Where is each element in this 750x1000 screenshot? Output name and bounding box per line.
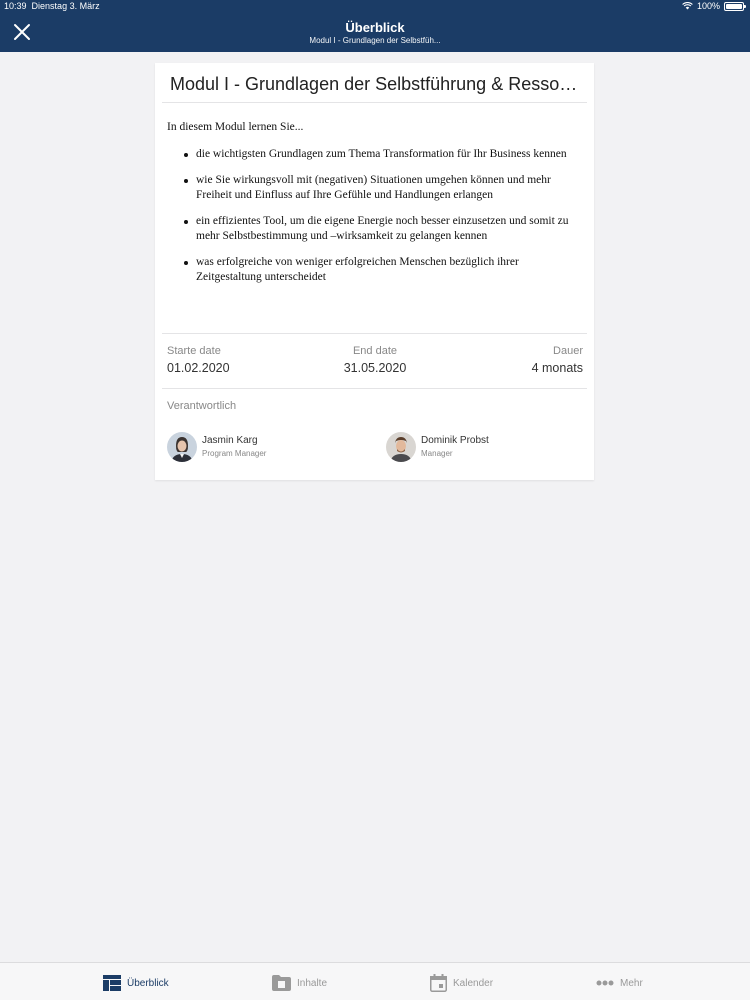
tab-label: Überblick [127,977,169,989]
page-subtitle: Modul I - Grundlagen der Selbstfüh... [309,36,441,45]
status-right: 100% [682,1,746,11]
battery-percent: 100% [696,1,720,11]
header-titles: Überblick Modul I - Grundlagen der Selbs… [200,20,550,46]
tab-bar: Überblick Inhalte Kalender Mehr [0,962,750,1000]
person-name: Dominik Probst [421,435,489,446]
end-date-value: 31.05.2020 [343,361,407,375]
description-intro: In diesem Modul lernen Sie... [167,121,304,133]
more-dots-icon [596,980,614,986]
tab-kalender[interactable]: Kalender [430,973,493,993]
person-name: Jasmin Karg [202,435,258,446]
close-button[interactable] [10,21,34,45]
tab-label: Inhalte [297,977,328,989]
tab-ueberblick[interactable]: Überblick [103,973,169,993]
tab-label: Kalender [453,977,494,989]
folder-icon [272,975,291,991]
tab-label: Mehr [620,977,643,989]
tab-inhalte[interactable]: Inhalte [272,973,327,993]
list-item: wie Sie wirkungsvoll mit (negativen) Sit… [167,173,587,203]
responsible-label: Verantwortlich [167,400,237,412]
calendar-icon [430,974,447,992]
page-title: Überblick [345,20,405,35]
divider [162,102,587,103]
wifi-icon [682,2,693,10]
battery-icon [724,1,746,11]
list-item: ein effizientes Tool, um die eigene Ener… [167,214,587,244]
app-header: 10:39 Dienstag 3. März 100% Überblick Mo… [0,0,750,52]
list-item: die wichtigsten Grundlagen zum Thema Tra… [167,147,587,162]
status-bar: 10:39 Dienstag 3. März 100% [0,0,750,14]
end-date-label: End date [352,345,398,357]
divider [162,388,587,389]
avatar [167,432,197,462]
list-item: was erfolgreiche von weniger erfolgreich… [167,255,587,285]
status-time: 10:39 Dienstag 3. März [4,1,100,11]
avatar [386,432,416,462]
person-card[interactable]: Dominik Probst Manager [386,432,586,462]
duration-value: 4 monats [531,361,583,375]
person-role: Manager [421,449,453,458]
dashboard-icon [103,975,121,991]
module-card: Modul I - Grundlagen der Selbstführung &… [155,63,594,480]
close-icon [14,24,30,40]
person-card[interactable]: Jasmin Karg Program Manager [167,432,367,462]
tab-mehr[interactable]: Mehr [596,973,643,993]
module-title: Modul I - Grundlagen der Selbstführung &… [170,74,585,94]
module-description: In diesem Modul lernen Sie... die wichti… [167,120,587,296]
start-date-label: Starte date [167,345,221,357]
divider [162,333,587,334]
person-role: Program Manager [202,449,267,458]
duration-label: Dauer [553,345,583,357]
start-date-value: 01.02.2020 [167,361,230,375]
description-list: die wichtigsten Grundlagen zum Thema Tra… [167,147,587,285]
